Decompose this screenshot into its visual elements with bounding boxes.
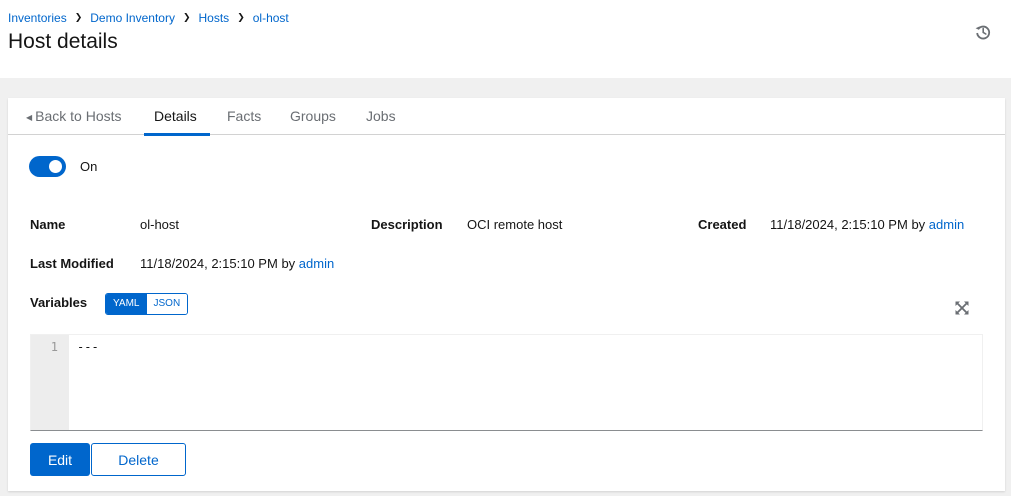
json-button[interactable]: JSON	[146, 294, 188, 314]
name-value: ol-host	[140, 217, 180, 232]
tab-details[interactable]: Details	[144, 98, 210, 136]
tab-jobs[interactable]: Jobs	[366, 98, 396, 135]
modified-user-link[interactable]: admin	[299, 256, 334, 271]
last-modified-label: Last Modified	[30, 256, 114, 271]
created-by: by	[911, 217, 926, 232]
chevron-right-icon: ❯	[237, 11, 245, 22]
chevron-right-icon: ❯	[74, 11, 83, 22]
tab-facts[interactable]: Facts	[227, 98, 261, 135]
expand-icon[interactable]	[955, 301, 969, 315]
edit-button[interactable]: Edit	[30, 443, 90, 476]
tab-label: Facts	[227, 108, 262, 124]
created-value: 11/18/2024, 2:15:10 PM by admin	[770, 217, 964, 232]
description-label: Description	[371, 217, 443, 232]
delete-button[interactable]: Delete	[91, 443, 186, 476]
toggle-knob	[49, 160, 62, 173]
page-header: Inventories ❯ Demo Inventory ❯ Hosts ❯ o…	[0, 0, 1011, 78]
line-number: 1	[50, 340, 58, 354]
caret-left-icon: ◀	[26, 113, 33, 122]
variables-label: Variables	[30, 295, 88, 310]
history-icon[interactable]	[974, 23, 992, 41]
breadcrumb-hosts[interactable]: Hosts	[199, 11, 230, 25]
created-date: 11/18/2024, 2:15:10 PM	[770, 217, 908, 232]
chevron-right-icon: ❯	[182, 11, 191, 22]
page-title: Host details	[8, 30, 118, 53]
breadcrumb-inventories[interactable]: Inventories	[8, 11, 67, 25]
variables-editor[interactable]: 1 ---	[30, 334, 983, 431]
tab-label: Back to Hosts	[35, 108, 122, 124]
description-value: OCI remote host	[467, 217, 563, 232]
created-user-link[interactable]: admin	[929, 217, 964, 232]
variables-format-toggle: YAML JSON	[105, 293, 189, 315]
enabled-toggle[interactable]	[29, 156, 66, 177]
modified-by: by	[281, 256, 296, 271]
tab-label: Groups	[290, 108, 336, 124]
tab-bar: ◀ Back to Hosts Details Facts Groups Jobs	[8, 98, 1005, 136]
yaml-button[interactable]: YAML	[106, 294, 147, 314]
toggle-label: On	[80, 159, 98, 174]
breadcrumb: Inventories ❯ Demo Inventory ❯ Hosts ❯ o…	[8, 11, 289, 25]
created-label: Created	[698, 217, 747, 232]
last-modified-value: 11/18/2024, 2:15:10 PM by admin	[140, 256, 334, 271]
breadcrumb-demo-inventory[interactable]: Demo Inventory	[90, 11, 175, 25]
name-label: Name	[30, 217, 66, 232]
code-line: ---	[77, 340, 99, 354]
editor-gutter: 1	[31, 335, 69, 430]
modified-date: 11/18/2024, 2:15:10 PM	[140, 256, 278, 271]
tab-groups[interactable]: Groups	[290, 98, 336, 135]
tab-label: Jobs	[366, 108, 396, 124]
host-details-card: ◀ Back to Hosts Details Facts Groups Jobs…	[8, 98, 1005, 491]
tab-label: Details	[154, 108, 197, 124]
tab-back-to-hosts[interactable]: ◀ Back to Hosts	[26, 98, 122, 135]
breadcrumb-ol-host[interactable]: ol-host	[253, 11, 289, 25]
